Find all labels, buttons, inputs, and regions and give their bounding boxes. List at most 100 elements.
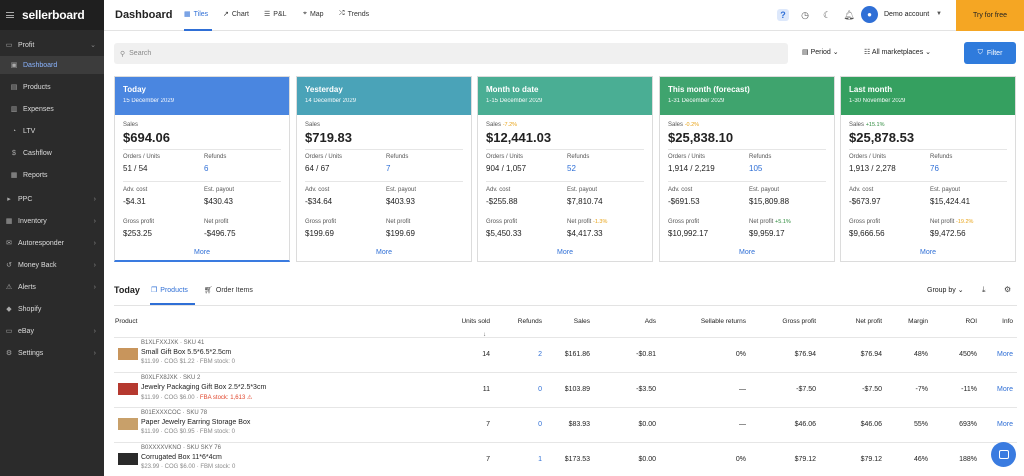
more-link[interactable]: More — [478, 249, 652, 256]
product-thumbnail[interactable] — [118, 453, 138, 465]
cell-info[interactable]: More — [990, 351, 1013, 358]
dark-mode-icon[interactable]: ☾ — [821, 9, 833, 21]
col-units-sold[interactable]: Units sold — [440, 318, 490, 325]
cell-refunds[interactable]: 2 — [500, 351, 542, 358]
download-icon[interactable]: ⤓ — [982, 285, 986, 295]
product-name[interactable]: Jewelry Packaging Gift Box 2.5*2.5*3cm — [141, 384, 266, 391]
help-button[interactable]: ? — [777, 9, 789, 21]
chevron-icon: › — [93, 217, 96, 225]
summary-card[interactable]: Yesterday 14 December 2029 Sales $719.83 Or… — [296, 76, 472, 262]
avatar[interactable]: ● — [861, 6, 878, 23]
cell-info[interactable]: More — [990, 421, 1013, 428]
more-link[interactable]: More — [297, 249, 471, 256]
sidebar-item-products[interactable]: ▤ Products — [0, 78, 104, 96]
filter-button[interactable]: ⛉ Filter — [964, 42, 1016, 64]
sidebar-item-profit[interactable]: ▭ Profit ⌄ — [0, 36, 104, 54]
sidebar-item-settings[interactable]: ⚙ Settings › — [0, 344, 104, 362]
product-thumbnail[interactable] — [118, 348, 138, 360]
refunds-link[interactable]: 76 — [930, 164, 939, 173]
tab-pl[interactable]: ☰ P&L — [264, 10, 287, 19]
col-product[interactable]: Product — [115, 318, 137, 325]
group-by-dropdown[interactable]: Group by ⌄ — [927, 286, 964, 294]
col-roi[interactable]: ROI — [945, 318, 977, 325]
bell-icon[interactable]: 🔔︎ — [843, 9, 855, 21]
table-row[interactable]: B1XLFXXJXK · SKU 41 Small Gift Box 5.5*6.… — [114, 337, 1017, 372]
refunds-link[interactable]: 6 — [204, 164, 208, 173]
summary-card[interactable]: Last month 1-30 November 2029 Sales +15.1%… — [840, 76, 1016, 262]
adv-cost-value: -$691.53 — [668, 197, 700, 206]
sidebar-item-ltv[interactable]: ◔ LTV — [0, 122, 104, 140]
settings-icon[interactable]: ⚙ — [1004, 285, 1011, 294]
chevron-icon: › — [93, 327, 96, 335]
table-row[interactable]: B0XLFX8JXK · SKU 2 Jewelry Packaging Gift… — [114, 372, 1017, 407]
summary-card[interactable]: This month (forecast) 1-31 December 2029 S… — [659, 76, 835, 262]
more-link[interactable]: More — [660, 249, 834, 256]
summary-card[interactable]: Today 15 December 2029 Sales $694.06 Orders… — [114, 76, 290, 262]
net-change: -1.3% — [593, 219, 608, 225]
sidebar-item-autoresponder[interactable]: ✉ Autoresponder › — [0, 234, 104, 252]
tab-tiles[interactable]: ▦ Tiles — [184, 10, 208, 19]
tab-order-items[interactable]: 🛒︎ Order Items — [204, 286, 253, 295]
table-row[interactable]: B0XXXXVKNO · SKU SKY 76 Corrugated Box 11… — [114, 442, 1017, 476]
sidebar-item-dashboard[interactable]: ▣ Dashboard — [0, 56, 104, 74]
cell-info[interactable]: More — [990, 386, 1013, 393]
sidebar-item-alerts[interactable]: ⚠ Alerts › — [0, 278, 104, 296]
product-thumbnail[interactable] — [118, 383, 138, 395]
more-link[interactable]: More — [115, 249, 289, 256]
sidebar-item-reports[interactable]: ▦ Reports — [0, 166, 104, 184]
col-sellable-returns[interactable]: Sellable returns — [680, 318, 746, 325]
cell-returns: 0% — [735, 351, 746, 358]
sidebar-item-shopify[interactable]: ◆ Shopify — [0, 300, 104, 318]
card-header: Today 15 December 2029 — [115, 77, 289, 115]
sidebar-item-ebay[interactable]: ▭ eBay › — [0, 322, 104, 340]
summary-card[interactable]: Month to date 1-15 December 2029 Sales -7.… — [477, 76, 653, 262]
product-name[interactable]: Corrugated Box 11*6*4cm — [141, 454, 222, 461]
sidebar-item-ppc[interactable]: ▸ PPC › — [0, 190, 104, 208]
calendar-icon: ▤ — [802, 49, 809, 56]
cell-refunds[interactable]: 0 — [500, 421, 542, 428]
tab-trends[interactable]: ⤮ Trends — [339, 10, 369, 18]
more-link[interactable]: More — [841, 249, 1015, 256]
col-sales[interactable]: Sales — [550, 318, 590, 325]
tab-products[interactable]: ❐ Products — [151, 286, 188, 295]
product-thumbnail[interactable] — [118, 418, 138, 430]
est-payout-label: Est. payout — [749, 187, 780, 193]
chat-widget-button[interactable] — [991, 442, 1016, 467]
cog-text: $11.99 · COG $0.95 · — [141, 429, 200, 435]
product-name[interactable]: Paper Jewelry Earring Storage Box — [141, 419, 250, 426]
sidebar-item-money-back[interactable]: ↺ Money Back › — [0, 256, 104, 274]
est-payout-label: Est. payout — [386, 187, 417, 193]
col-net-profit[interactable]: Net profit — [830, 318, 882, 325]
col-gross-profit[interactable]: Gross profit — [760, 318, 816, 325]
search-input[interactable]: ⚲ Search — [114, 43, 788, 64]
hamburger-icon[interactable] — [6, 12, 14, 18]
sidebar-item-inventory[interactable]: ▦ Inventory › — [0, 212, 104, 230]
refunds-link[interactable]: 105 — [749, 164, 762, 173]
orders-units-value: 64 / 67 — [305, 164, 330, 173]
refunds-label: Refunds — [930, 154, 953, 160]
col-refunds[interactable]: Refunds — [500, 318, 542, 325]
marketplaces-dropdown[interactable]: ☷ All marketplaces ⌄ — [864, 48, 931, 56]
clock-icon[interactable]: ◷ — [799, 9, 811, 21]
sidebar-item-cashflow[interactable]: $ Cashflow — [0, 144, 104, 162]
divider — [305, 149, 463, 150]
product-name[interactable]: Small Gift Box 5.5*6.5*2.5cm — [141, 349, 231, 356]
try-for-free-button[interactable]: Try for free — [956, 0, 1024, 31]
table-row[interactable]: B01EXXXCOC · SKU 78 Paper Jewelry Earring… — [114, 407, 1017, 442]
period-dropdown[interactable]: ▤ Period ⌄ — [802, 48, 839, 56]
net-profit-label: Net profit -1.3% — [567, 219, 607, 225]
col-margin[interactable]: Margin — [890, 318, 928, 325]
col-ads[interactable]: Ads — [616, 318, 656, 325]
cell-refunds[interactable]: 0 — [500, 386, 542, 393]
cell-refunds[interactable]: 1 — [500, 456, 542, 463]
tab-map[interactable]: ⌖ Map — [303, 10, 324, 18]
account-menu[interactable]: Demo account — [884, 11, 929, 18]
cell-margin: 46% — [913, 456, 928, 463]
refunds-link[interactable]: 52 — [567, 164, 576, 173]
chevron-down-icon[interactable]: ▼ — [936, 11, 942, 17]
sidebar-item-expenses[interactable]: ▥ Expenses — [0, 100, 104, 118]
col-info[interactable]: Info — [990, 318, 1013, 325]
tab-chart[interactable]: ↗ Chart — [223, 10, 249, 19]
cell-sales: $103.89 — [564, 386, 590, 393]
refunds-link[interactable]: 7 — [386, 164, 390, 173]
